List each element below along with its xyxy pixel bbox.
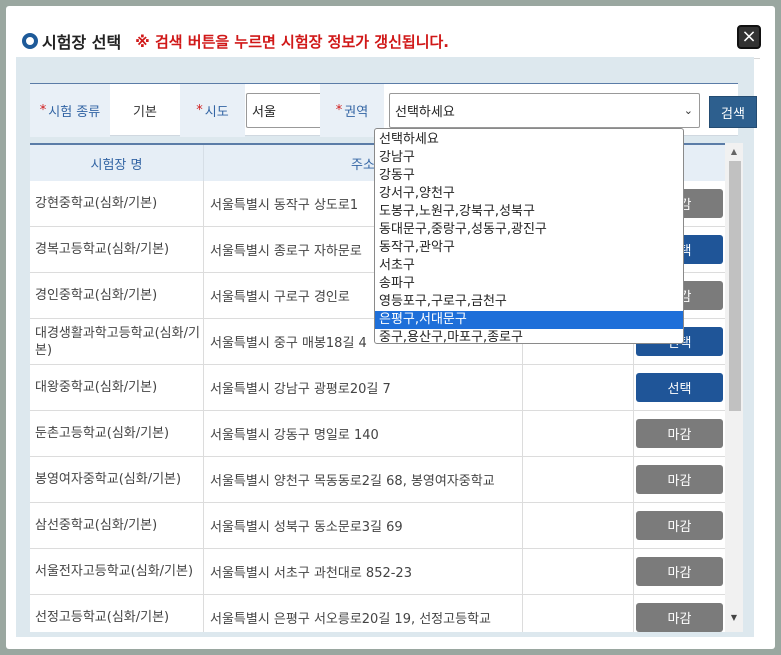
region-select[interactable]: 선택하세요 ⌄ xyxy=(389,93,700,128)
site-name: 대왕중학교(심화/기본) xyxy=(30,365,204,410)
site-extra xyxy=(523,411,634,456)
site-name: 경인중학교(심화/기본) xyxy=(30,273,204,318)
table-row: 선정고등학교(심화/기본) 서울특별시 은평구 서오릉로20길 19, 선정고등학… xyxy=(30,595,725,632)
region-option[interactable]: 강동구 xyxy=(375,167,683,185)
table-row: 삼선중학교(심화/기본) 서울특별시 성북구 동소문로3길 69 마감 xyxy=(30,503,725,549)
required-mark: * xyxy=(196,103,203,118)
site-action-cell: 마감 xyxy=(634,549,725,594)
table-row: 둔촌고등학교(심화/기본) 서울특별시 강동구 명일로 140 마감 xyxy=(30,411,725,457)
site-action-cell: 마감 xyxy=(634,503,725,548)
region-option[interactable]: 강서구,양천구 xyxy=(375,185,683,203)
sido-label-text: 시도 xyxy=(204,105,229,120)
site-extra xyxy=(523,365,634,410)
region-option[interactable]: 송파구 xyxy=(375,275,683,293)
close-icon: × xyxy=(741,26,757,47)
region-option[interactable]: 서초구 xyxy=(375,257,683,275)
site-name: 경복고등학교(심화/기본) xyxy=(30,227,204,272)
region-option[interactable]: 동작구,관악구 xyxy=(375,239,683,257)
site-action-cell: 마감 xyxy=(634,411,725,456)
region-option[interactable]: 선택하세요 xyxy=(375,131,683,149)
table-scrollbar[interactable]: ▲ ▼ xyxy=(725,143,743,632)
table-row: 대왕중학교(심화/기본) 서울특별시 강남구 광평로20길 7 선택 xyxy=(30,365,725,411)
site-name: 선정고등학교(심화/기본) xyxy=(30,595,204,632)
region-dropdown-list: 선택하세요 강남구 강동구 강서구,양천구 도봉구,노원구,강북구,성북구 동대문구,중랑… xyxy=(374,128,684,347)
site-name: 대경생활과학고등학교(심화/기본) xyxy=(30,319,204,364)
site-address: 서울특별시 서초구 과천대로 852-23 xyxy=(204,549,523,594)
closed-button[interactable]: 마감 xyxy=(636,419,723,448)
exam-type-label-text: 시험 종류 xyxy=(48,105,101,120)
chevron-down-icon: ⌄ xyxy=(683,104,693,117)
exam-type-label: * 시험 종류 xyxy=(30,84,110,137)
region-label-text: 권역 xyxy=(344,105,369,120)
site-extra xyxy=(523,503,634,548)
site-name: 서울전자고등학교(심화/기본) xyxy=(30,549,204,594)
close-button[interactable]: × xyxy=(737,25,761,49)
closed-button[interactable]: 마감 xyxy=(636,511,723,540)
region-selected-value: 선택하세요 xyxy=(395,105,455,120)
header-site-name: 시험장 명 xyxy=(30,145,204,181)
region-option[interactable]: 은평구,서대문구 xyxy=(375,311,683,329)
sido-selected-value: 서울 xyxy=(252,105,276,120)
scroll-down-icon[interactable]: ▼ xyxy=(725,613,743,625)
region-option[interactable]: 강남구 xyxy=(375,149,683,167)
search-button[interactable]: 검색 xyxy=(709,96,757,128)
closed-button[interactable]: 마감 xyxy=(636,465,723,494)
region-option[interactable]: 중구,용산구,마포구,종로구 xyxy=(375,329,683,347)
site-action-cell: 선택 xyxy=(634,365,725,410)
region-option[interactable]: 영등포구,구로구,금천구 xyxy=(375,293,683,311)
site-extra xyxy=(523,595,634,632)
site-extra xyxy=(523,457,634,502)
exam-type-value: 기본 xyxy=(133,105,157,120)
table-row: 서울전자고등학교(심화/기본) 서울특별시 서초구 과천대로 852-23 마감 xyxy=(30,549,725,595)
site-name: 둔촌고등학교(심화/기본) xyxy=(30,411,204,456)
site-action-cell: 마감 xyxy=(634,457,725,502)
site-name: 강현중학교(심화/기본) xyxy=(30,181,204,226)
site-name: 봉영여자중학교(심화/기본) xyxy=(30,457,204,502)
closed-button[interactable]: 마감 xyxy=(636,603,723,632)
scroll-up-icon[interactable]: ▲ xyxy=(725,147,743,159)
dialog-titlebar: 시험장 선택 ※ 검색 버튼을 누르면 시험장 정보가 갱신됩니다. xyxy=(22,26,449,56)
sido-label: * 시도 xyxy=(180,84,245,137)
required-mark: * xyxy=(39,103,47,118)
scroll-thumb[interactable] xyxy=(729,161,741,411)
dialog-notice: ※ 검색 버튼을 누르면 시험장 정보가 갱신됩니다. xyxy=(135,32,449,51)
table-row: 봉영여자중학교(심화/기본) 서울특별시 양천구 목동동로2길 68, 봉영여자중… xyxy=(30,457,725,503)
site-address: 서울특별시 강동구 명일로 140 xyxy=(204,411,523,456)
site-extra xyxy=(523,549,634,594)
site-address: 서울특별시 양천구 목동동로2길 68, 봉영여자중학교 xyxy=(204,457,523,502)
required-mark: * xyxy=(335,103,343,118)
site-name: 삼선중학교(심화/기본) xyxy=(30,503,204,548)
dialog-title: 시험장 선택 xyxy=(42,33,122,52)
site-address: 서울특별시 강남구 광평로20길 7 xyxy=(204,365,523,410)
region-option[interactable]: 동대문구,중랑구,성동구,광진구 xyxy=(375,221,683,239)
closed-button[interactable]: 마감 xyxy=(636,557,723,586)
site-address: 서울특별시 은평구 서오릉로20길 19, 선정고등학교 xyxy=(204,595,523,632)
title-circle-icon xyxy=(22,33,38,49)
region-option[interactable]: 도봉구,노원구,강북구,성북구 xyxy=(375,203,683,221)
select-button[interactable]: 선택 xyxy=(636,373,723,402)
site-action-cell: 마감 xyxy=(634,595,725,632)
site-address: 서울특별시 성북구 동소문로3길 69 xyxy=(204,503,523,548)
